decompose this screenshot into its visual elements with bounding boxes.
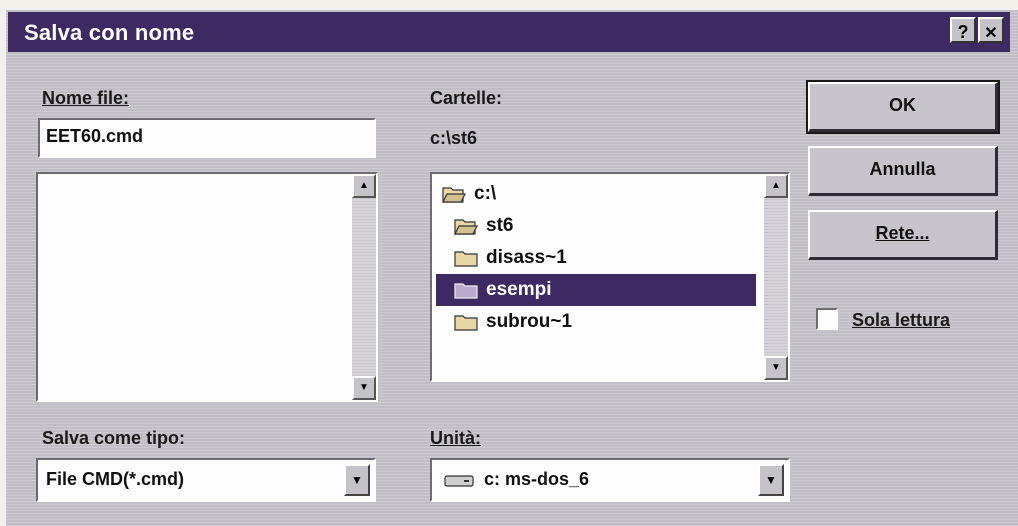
current-path: c:\st6 (430, 128, 478, 148)
scroll-down-icon[interactable]: ▼ (352, 376, 376, 400)
readonly-label-text: Sola lettura (852, 310, 951, 330)
drive-select[interactable]: c: ms-dos_6 ▼ (430, 458, 790, 502)
ok-button[interactable]: OK (806, 80, 1000, 134)
open-folder-icon (442, 185, 466, 203)
file-list-scrollbar[interactable]: ▲ ▼ (352, 174, 376, 400)
folder-item-label: esempi (486, 279, 552, 300)
scroll-up-icon[interactable]: ▲ (764, 174, 788, 198)
readonly-label[interactable]: Sola lettura (852, 310, 950, 331)
save-type-label-text: Salva come tipo: (42, 428, 186, 448)
network-button[interactable]: Rete... (808, 210, 998, 260)
filename-label-text: Nome file: (42, 88, 130, 108)
folder-item-subrou[interactable]: subrou~1 (454, 306, 764, 338)
folder-icon (454, 313, 478, 331)
cancel-button[interactable]: Annulla (808, 146, 998, 196)
readonly-checkbox[interactable] (816, 308, 838, 330)
help-button[interactable]: ? (950, 17, 976, 43)
folder-tree-scrollbar[interactable]: ▲ ▼ (764, 174, 788, 380)
folder-item-disass[interactable]: disass~1 (454, 242, 764, 274)
folders-label: Cartelle: (430, 88, 502, 109)
folder-item-label: c:\ (474, 183, 497, 204)
help-icon: ? (957, 22, 969, 42)
file-list[interactable]: ▲ ▼ (36, 172, 378, 402)
drive-label: Unità: (430, 428, 481, 449)
folder-item-label: subrou~1 (486, 311, 573, 332)
drive-label-text: Unità: (430, 428, 481, 448)
chevron-down-icon[interactable]: ▼ (344, 464, 370, 496)
filename-input[interactable]: EET60.cmd (38, 118, 376, 158)
folder-icon (454, 249, 478, 267)
save-type-select[interactable]: File CMD(*.cmd) ▼ (36, 458, 376, 502)
chevron-down-icon[interactable]: ▼ (758, 464, 784, 496)
filename-input-value: EET60.cmd (46, 126, 144, 146)
folder-icon (454, 281, 478, 299)
scroll-down-icon[interactable]: ▼ (764, 356, 788, 380)
title-bar[interactable]: Salva con nome ? ✕ (8, 12, 1010, 52)
close-button[interactable]: ✕ (978, 17, 1004, 43)
close-icon: ✕ (984, 25, 998, 42)
filename-label: Nome file: (42, 88, 129, 109)
dialog-title: Salva con nome (24, 20, 195, 45)
folder-item-st6[interactable]: st6 (454, 210, 764, 242)
drive-value: c: ms-dos_6 (484, 469, 590, 489)
folder-item-label: st6 (486, 215, 514, 236)
folder-tree[interactable]: c:\ st6 disass~1 esempi subrou~1 ▲ ▼ (430, 172, 790, 382)
save-type-value: File CMD(*.cmd) (46, 469, 185, 489)
save-type-label: Salva come tipo: (42, 428, 185, 449)
folder-item-esempi[interactable]: esempi (436, 274, 756, 306)
network-button-label: Rete... (875, 223, 930, 243)
folder-item-c-root[interactable]: c:\ (442, 178, 752, 210)
folders-label-text: Cartelle: (430, 88, 503, 108)
drive-icon (444, 472, 474, 495)
open-folder-icon (454, 217, 478, 235)
scroll-up-icon[interactable]: ▲ (352, 174, 376, 198)
folder-item-label: disass~1 (486, 247, 567, 268)
